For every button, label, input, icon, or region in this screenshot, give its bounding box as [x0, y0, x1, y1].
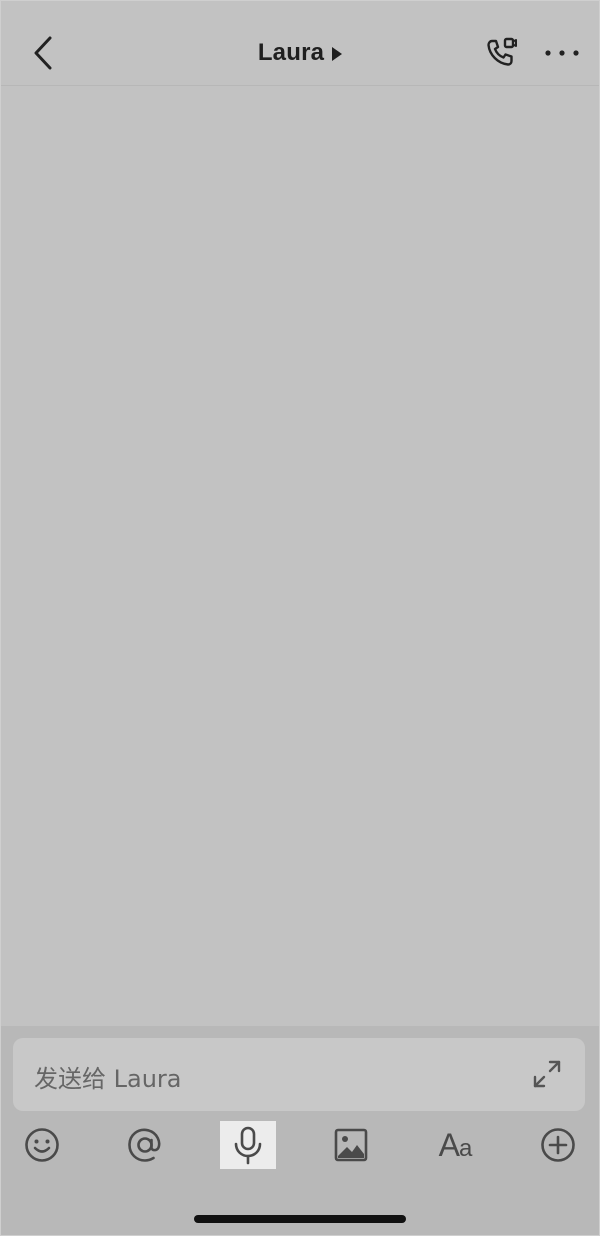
expand-button[interactable]: [527, 1054, 567, 1094]
message-input-placeholder: 发送给 Laura: [34, 1065, 182, 1093]
emoji-button[interactable]: [14, 1121, 70, 1169]
home-indicator[interactable]: [194, 1215, 406, 1223]
more-options-button[interactable]: [539, 31, 585, 75]
expand-icon: [533, 1060, 561, 1088]
chat-screen: Laura 发送给 Laura Aa: [0, 0, 600, 1236]
caret-right-icon: [332, 47, 343, 61]
chat-header: Laura: [1, 1, 599, 86]
at-sign-icon: [128, 1128, 161, 1162]
smiley-icon: [25, 1128, 59, 1162]
image-button[interactable]: [323, 1121, 379, 1169]
more-horizontal-icon: [545, 50, 579, 56]
mention-button[interactable]: [117, 1121, 173, 1169]
microphone-icon: [234, 1126, 262, 1165]
image-icon: [334, 1128, 368, 1162]
message-input[interactable]: 发送给 Laura: [13, 1038, 585, 1111]
voice-button[interactable]: [220, 1121, 276, 1169]
more-actions-button[interactable]: [530, 1121, 586, 1169]
call-button[interactable]: [479, 31, 523, 75]
plus-circle-icon: [541, 1128, 575, 1162]
text-format-button[interactable]: Aa: [427, 1121, 483, 1169]
text-format-icon: Aa: [438, 1126, 473, 1163]
phone-video-icon: [487, 37, 517, 66]
composer: 发送给 Laura Aa: [1, 1026, 599, 1235]
message-list[interactable]: [1, 86, 599, 1026]
chat-title: Laura: [257, 39, 325, 66]
composer-toolbar: Aa: [1, 1121, 599, 1173]
